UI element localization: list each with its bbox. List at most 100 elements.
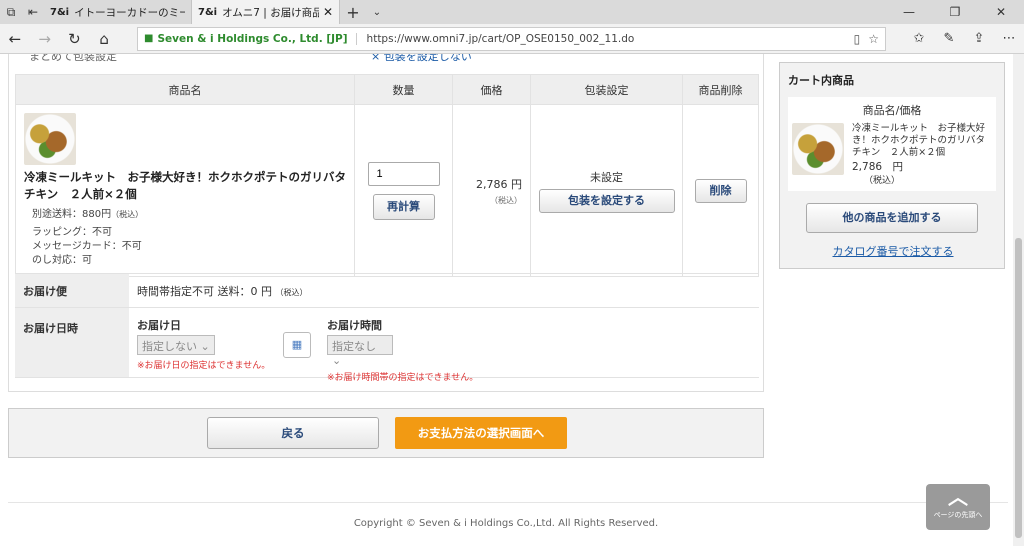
tax-note: （税込） [111,210,144,219]
delivery-method-row: お届け便 時間帯指定不可 送料：0 円 （税込） [15,273,759,308]
more-icon[interactable]: ⋯ [994,31,1024,46]
delivery-date-group: お届け日 指定しない ⌄ ※お届け日の指定はできません。 [137,317,270,371]
scrollbar-thumb[interactable] [1015,238,1022,538]
col-delete: 商品削除 [682,74,759,105]
bulk-wrap-label: まとめて包装設定 [29,54,117,63]
cart-title: カート内商品 [788,74,854,87]
product-attributes: ラッピング：不可 メッセージカード：不可 のし対応：可 [32,226,346,268]
browser-tab-bar: ⧉ ⇤ 7&i イトーヨーカドーのミールキット | イ 7&i オムニ7 | お… [0,0,1024,24]
quantity-cell: 再計算 [354,104,453,277]
tab-list-chevron-icon[interactable]: ⌄ [366,0,388,24]
share-icon[interactable]: ⇪ [964,31,994,46]
page-top-button[interactable]: ︿ ページの先頭へ [926,484,990,530]
delivery-time-warning: ※お届け時間帯の指定はできません。 [327,373,479,383]
url-text[interactable]: https://www.omni7.jp/cart/OP_OSE0150_002… [367,33,846,45]
cart-items-table: 商品名 数量 価格 包装設定 商品削除 冷凍ミールキット お子様大好き！ホクホク… [15,74,759,277]
home-icon[interactable]: ⌂ [89,25,119,53]
wrapping-cell: 未設定 包装を設定する [530,104,683,277]
close-window-icon[interactable]: ✕ [978,0,1024,24]
browser-tab-2[interactable]: 7&i オムニ7 | お届け商品の設定 ✕ [192,0,340,24]
tab-title: オムニ7 | お届け商品の設定 [222,6,319,19]
set-aside-tabs-icon[interactable]: ⇤ [22,0,44,24]
delete-cell: 削除 [682,104,759,277]
page-scrollbar[interactable] [1013,54,1024,546]
recalculate-button[interactable]: 再計算 [372,193,435,220]
price-tax-note: （税込） [490,195,522,205]
back-button[interactable]: 戻る [207,417,379,449]
chevron-down-icon: ⌄ [200,340,210,353]
order-items-box: まとめて包装設定 × 包装を設定しない 商品名 数量 価格 包装設定 商品削除 … [8,54,764,392]
cart-summary-panel: カート内商品 商品名/価格 冷凍ミールキット お子様大好き！ホクホクポテトのガリ… [779,62,1005,269]
delivery-method-value: 時間帯指定不可 送料：0 円 （税込） [129,273,759,308]
delivery-datetime-label: お届け日時 [15,307,129,378]
action-bar: 戻る お支払方法の選択画面へ [8,408,764,458]
col-wrapping: 包装設定 [530,74,683,105]
noshi-availability: のし対応：可 [32,255,92,266]
shipping-fee-text: 別途送料：880円 [32,209,112,220]
delivery-date-value: 指定しない [142,340,197,353]
cart-item-price: 2,786 円 [852,161,904,173]
page-top-label: ページの先頭へ [933,511,983,519]
add-other-items-button[interactable]: 他の商品を追加する [806,203,978,233]
forward-arrow-icon[interactable]: → [30,25,60,53]
table-row: 冷凍ミールキット お子様大好き！ホクホクポテトのガリバタチキン ２人前×２個 別… [15,104,759,277]
delivery-method-label: お届け便 [15,273,129,308]
catalog-order-link[interactable]: カタログ番号で注文する [780,243,1006,259]
minimize-icon[interactable]: — [886,0,932,24]
cart-item-header: 商品名/価格 [862,104,922,117]
omni7-favicon-icon: 7&i [50,6,70,18]
copyright: Copyright © Seven & i Holdings Co.,Ltd. … [353,518,659,529]
col-price: 価格 [452,74,531,105]
delivery-date-select[interactable]: 指定しない ⌄ [137,335,215,355]
price-cell: 2,786 円 （税込） [452,104,531,277]
delivery-datetime-row: お届け日時 お届け日 指定しない ⌄ ※お届け日の指定はできません。 ▦ お届け… [15,307,759,383]
restore-icon[interactable]: ❐ [932,0,978,24]
col-quantity: 数量 [354,74,453,105]
favorites-icon[interactable]: ✩ [904,31,934,46]
wrapping-availability: ラッピング：不可 [32,227,112,238]
tax-note: （税込） [275,287,308,297]
cart-item-image[interactable] [792,123,844,175]
calendar-icon[interactable]: ▦ [283,332,311,358]
wrap-status: 未設定 [590,170,623,184]
pen-icon[interactable]: ✎ [934,31,964,46]
back-arrow-icon[interactable]: ← [0,25,30,53]
browser-tab-1[interactable]: 7&i イトーヨーカドーのミールキット | イ [44,0,192,24]
no-wrap-link[interactable]: × 包装を設定しない [371,54,472,64]
product-name[interactable]: 冷凍ミールキット お子様大好き！ホクホクポテトのガリバタチキン ２人前×２個 [24,169,346,203]
reading-view-icon[interactable]: ▯ [854,32,861,46]
delivery-time-select[interactable]: 指定なし ⌄ [327,335,393,367]
delivery-date-label: お届け日 [137,319,181,332]
delivery-time-value: 指定なし [332,340,376,353]
delivery-method-text: 時間帯指定不可 送料：0 円 [137,284,272,298]
favorite-star-icon[interactable]: ☆ [868,32,879,46]
address-bar[interactable]: ■ Seven & i Holdings Co., Ltd. [JP] http… [137,26,886,51]
proceed-to-payment-button[interactable]: お支払方法の選択画面へ [395,417,567,449]
delivery-time-label: お届け時間 [327,319,382,332]
quantity-input[interactable] [367,161,440,186]
tab-actions-icon[interactable]: ⧉ [0,0,22,24]
close-tab-icon[interactable]: ✕ [323,5,333,19]
chevron-down-icon: ⌄ [332,354,342,367]
product-image[interactable] [24,113,76,165]
table-header-row: 商品名 数量 価格 包装設定 商品削除 [15,74,759,105]
chevron-up-icon: ︿ [948,485,968,509]
browser-nav-bar: ← → ↻ ⌂ ■ Seven & i Holdings Co., Ltd. [… [0,24,1024,54]
col-product-name: 商品名 [15,74,355,105]
certificate-name[interactable]: Seven & i Holdings Co., Ltd. [JP] [157,32,357,45]
refresh-icon[interactable]: ↻ [60,25,90,53]
window-controls: — ❐ ✕ [886,0,1024,24]
set-wrapping-button[interactable]: 包装を設定する [538,188,675,213]
delete-button[interactable]: 削除 [694,178,747,203]
message-card-availability: メッセージカード：不可 [32,241,142,252]
new-tab-icon[interactable]: + [340,0,366,24]
product-cell: 冷凍ミールキット お子様大好き！ホクホクポテトのガリバタチキン ２人前×２個 別… [15,104,355,277]
cart-item-tax: （税込） [864,176,901,186]
cart-item-name[interactable]: 冷凍ミールキット お子様大好き！ホクホクポテトのガリバタチキン ２人前×２個 [852,123,992,159]
tab-title: イトーヨーカドーのミールキット | イ [74,6,185,19]
item-price: 2,786 円 [476,177,522,191]
delivery-time-group: お届け時間 指定なし ⌄ ※お届け時間帯の指定はできません。 [327,317,478,383]
delivery-datetime-cell: お届け日 指定しない ⌄ ※お届け日の指定はできません。 ▦ お届け時間 指定な… [129,307,759,383]
page-viewport: まとめて包装設定 × 包装を設定しない 商品名 数量 価格 包装設定 商品削除 … [0,54,1024,546]
shipping-fee: 別途送料：880円（税込） [32,205,346,220]
